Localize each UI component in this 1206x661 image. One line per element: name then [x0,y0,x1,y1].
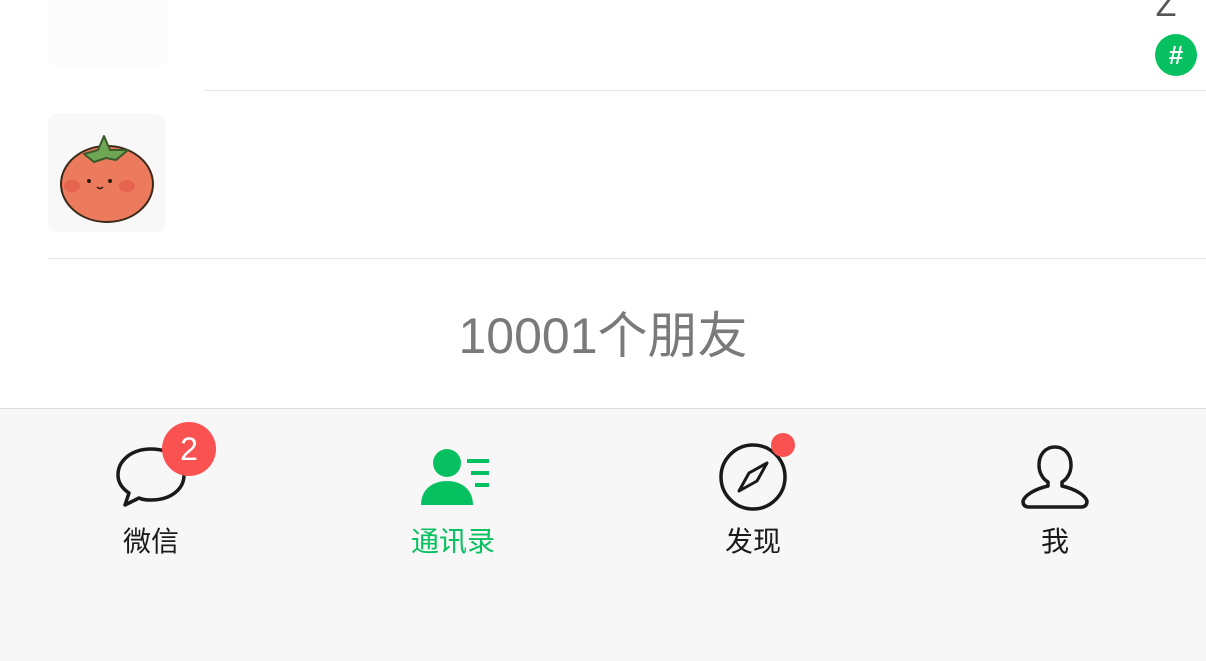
bottom-tab-bar: 2 微信 通讯录 发现 我 [0,408,1206,661]
tab-label: 微信 [122,526,179,557]
friend-count: 10001个朋友 [458,308,748,364]
tab-label: 我 [1040,526,1069,557]
contact-row[interactable] [0,92,1206,257]
tab-me[interactable]: 我 [904,409,1206,579]
contact-row[interactable] [0,0,1206,90]
contacts-icon [413,443,493,511]
contacts-list: Z # 10001个朋友 [0,0,1206,408]
row-divider [204,90,1206,91]
person-icon [1015,443,1095,511]
notification-dot [771,433,795,457]
tab-chats[interactable]: 2 微信 [0,409,302,579]
index-letter-z[interactable]: Z [1144,0,1188,22]
tab-discover[interactable]: 发现 [602,409,904,579]
unread-badge: 2 [162,422,216,476]
contact-avatar [48,114,166,232]
row-divider [48,258,1206,259]
tomato-avatar-icon [60,135,154,223]
index-hash[interactable]: # [1155,34,1197,76]
tab-label: 发现 [724,526,781,557]
contact-avatar [48,0,168,66]
tab-contacts[interactable]: 通讯录 [302,409,604,579]
tab-label: 通讯录 [410,526,495,557]
